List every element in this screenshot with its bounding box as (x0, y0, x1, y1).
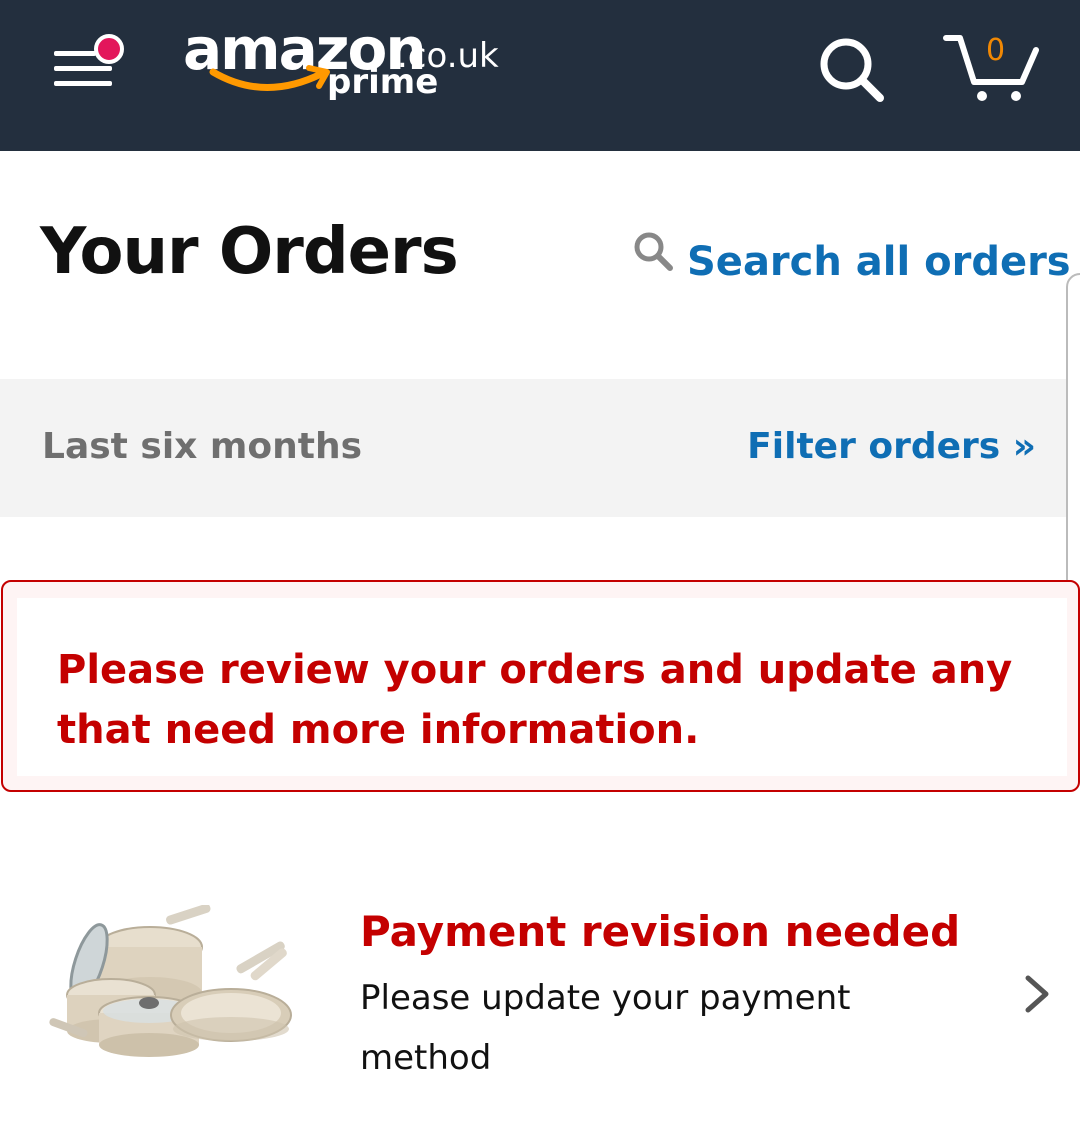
chevron-right-icon (1025, 975, 1049, 1013)
filter-orders-link[interactable]: Filter orders » (747, 425, 1036, 469)
cart-button[interactable]: 0 (940, 30, 1042, 106)
search-icon (820, 38, 884, 102)
magnifier-icon (634, 232, 673, 271)
filter-range-label: Last six months (42, 426, 363, 467)
cart-count-badge: 0 (986, 33, 1006, 68)
alert-message: Please review your orders and update any… (57, 647, 1013, 753)
search-button[interactable] (816, 34, 890, 104)
logo-prime-text: prime (327, 62, 439, 102)
alert-content: Please review your orders and update any… (17, 598, 1067, 776)
cookware-set-image (49, 905, 292, 1057)
order-list-item[interactable]: Payment revision needed Please update yo… (0, 880, 1080, 1100)
amazon-prime-logo[interactable]: amazon .co.uk prime (183, 16, 503, 111)
search-all-orders-label: Search all orders (687, 239, 1071, 285)
menu-bar-line (54, 81, 112, 86)
top-navigation-bar: amazon .co.uk prime 0 (0, 0, 1080, 151)
amazon-smile-icon (209, 65, 330, 91)
menu-bar-line (54, 66, 112, 71)
order-status-label: Payment revision needed (360, 907, 961, 956)
order-status-description: Please update your payment method (360, 978, 851, 1078)
page-title: Your Orders (40, 215, 459, 289)
order-filter-bar: Last six months Filter orders » (0, 379, 1066, 517)
notification-dot-icon (94, 34, 124, 64)
hamburger-menu-button[interactable] (50, 34, 130, 94)
review-orders-alert: Please review your orders and update any… (1, 580, 1080, 792)
menu-bar-line (54, 51, 96, 56)
